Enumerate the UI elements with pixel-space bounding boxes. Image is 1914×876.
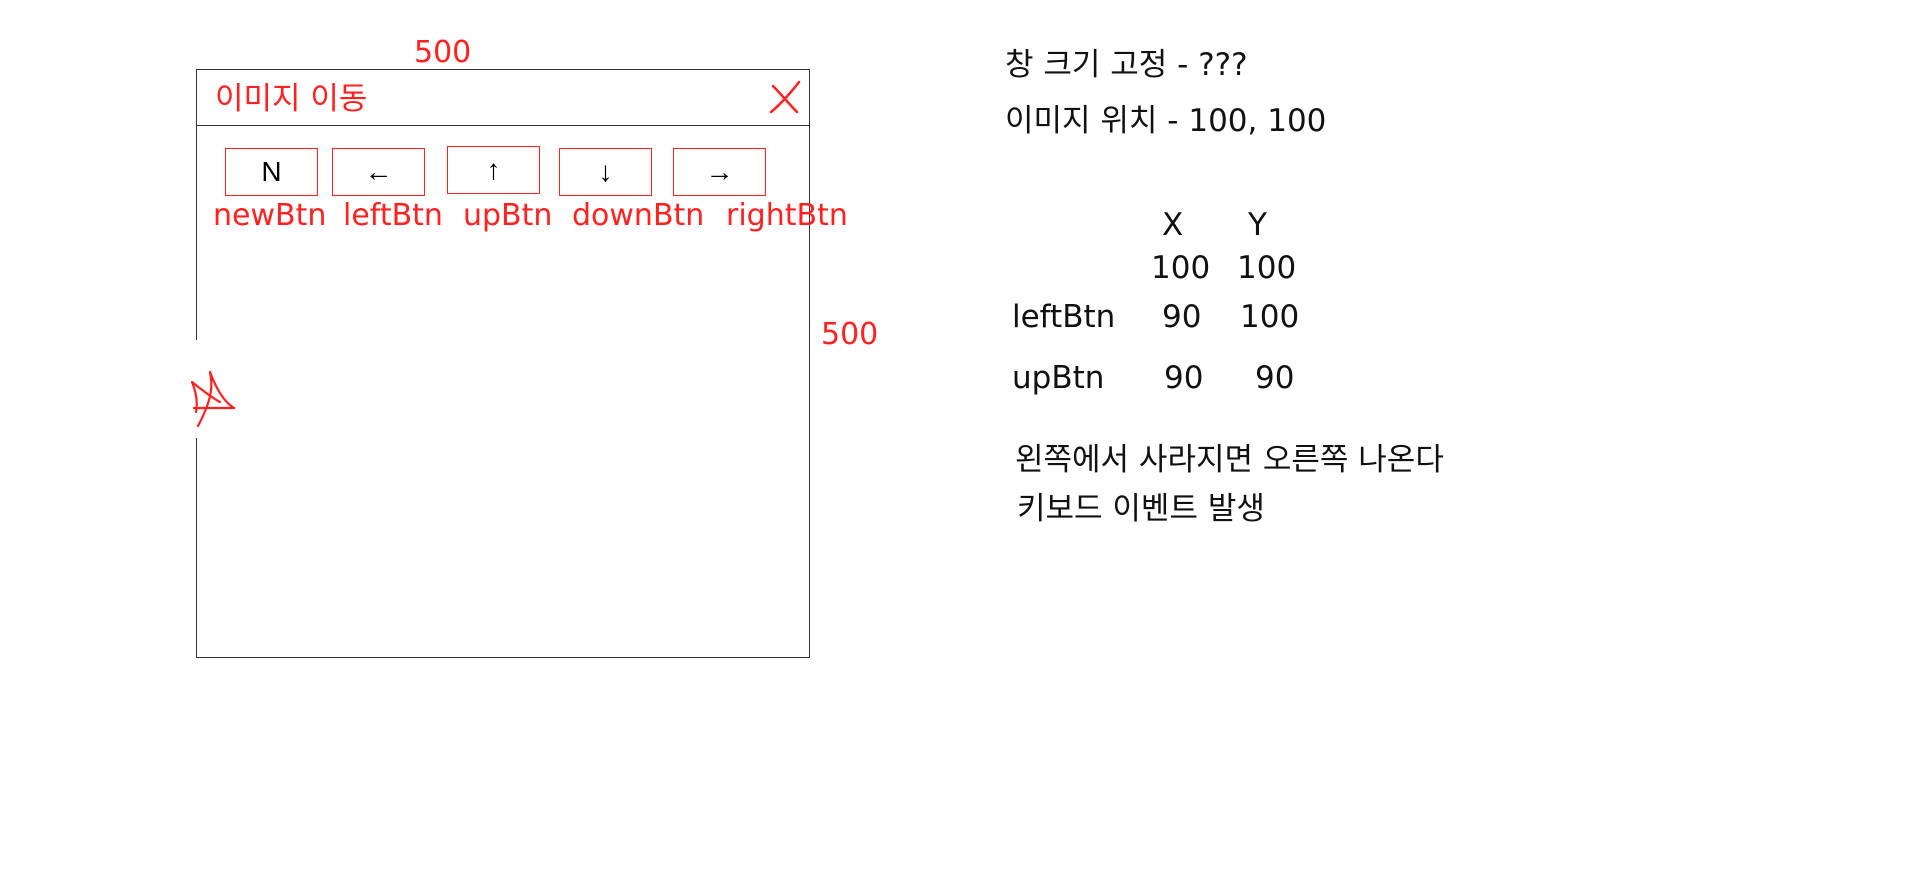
new-button[interactable]: N — [225, 148, 318, 196]
new-button-caption: newBtn — [213, 198, 327, 233]
arrow-right-icon: → — [705, 156, 734, 187]
row-0-x: 100 — [1151, 250, 1211, 286]
left-button-caption: leftBtn — [343, 198, 443, 233]
row-2-x: 90 — [1164, 360, 1204, 396]
up-button[interactable]: ↑ — [447, 146, 540, 194]
header-y: Y — [1248, 207, 1267, 243]
down-button[interactable]: ↓ — [559, 148, 652, 196]
height-dimension-label: 500 — [821, 317, 879, 352]
note-wrap-rule: 왼쪽에서 사라지면 오른쪽 나온다 — [1015, 442, 1444, 478]
header-x: X — [1162, 207, 1184, 243]
row-2-label: upBtn — [1012, 360, 1105, 396]
arrow-left-icon: ← — [364, 156, 393, 187]
row-1-x: 90 — [1162, 299, 1202, 335]
right-button[interactable]: → — [673, 148, 766, 196]
title-bar: 이미지 이동 — [197, 70, 809, 126]
width-dimension-label: 500 — [414, 35, 472, 70]
up-button-caption: upBtn — [463, 198, 553, 233]
arrow-down-icon: ↓ — [598, 156, 613, 187]
right-button-caption: rightBtn — [726, 198, 848, 233]
note-fixed-window-size: 창 크기 고정 - ??? — [1005, 47, 1248, 83]
row-1-y: 100 — [1240, 299, 1300, 335]
star-icon — [190, 370, 236, 428]
note-keyboard-event: 키보드 이벤트 발생 — [1017, 491, 1265, 527]
row-0-y: 100 — [1237, 250, 1297, 286]
close-icon[interactable] — [767, 80, 803, 116]
coordinate-table: X Y 100 100 leftBtn 90 100 upBtn 90 90 — [1010, 210, 1330, 410]
down-button-caption: downBtn — [572, 198, 705, 233]
row-2-y: 90 — [1255, 360, 1295, 396]
new-glyph: N — [261, 156, 282, 187]
left-button[interactable]: ← — [332, 148, 425, 196]
note-image-position: 이미지 위치 - 100, 100 — [1005, 103, 1327, 139]
row-1-label: leftBtn — [1012, 299, 1116, 335]
arrow-up-icon: ↑ — [486, 154, 501, 185]
mock-window: 이미지 이동 N ← ↑ ↓ → newBtn leftBtn upBtn do… — [196, 69, 848, 658]
window-title: 이미지 이동 — [215, 81, 368, 117]
